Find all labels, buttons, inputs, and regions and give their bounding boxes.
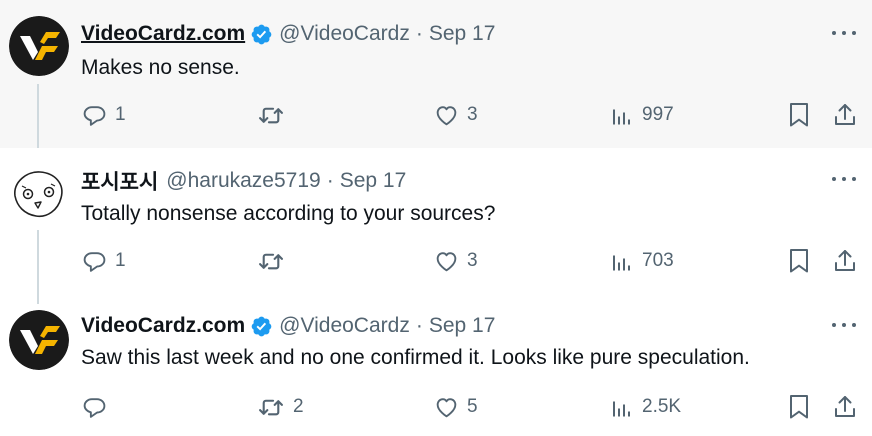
tweet-2[interactable]: 포시포시 @harukaze5719 · Sep 17 Totally nons… <box>0 148 872 304</box>
bookmark-icon <box>790 395 808 419</box>
views-icon <box>613 255 630 270</box>
like-button[interactable]: 5 <box>434 392 478 422</box>
more-icon[interactable] <box>832 169 856 189</box>
retweet-icon <box>259 107 283 123</box>
tweet-actions: 2 5 2.5K <box>0 392 872 422</box>
reply-button[interactable]: 1 <box>82 246 126 276</box>
bookmark-button[interactable] <box>788 246 810 276</box>
reply-count: 1 <box>115 250 126 271</box>
like-icon <box>436 251 457 271</box>
tweet-1[interactable]: VideoCardz.com @VideoCardz · Sep 17 Make… <box>0 0 872 148</box>
timestamp[interactable]: Sep 17 <box>429 314 496 338</box>
videocardz-logo-icon <box>9 310 69 370</box>
views-button[interactable]: 2.5K <box>612 392 681 422</box>
tweet-actions: 1 3 997 <box>0 100 872 130</box>
views-icon <box>613 109 630 124</box>
avatar-videocardz[interactable] <box>9 16 69 76</box>
tweet-text: Makes no sense. <box>81 56 240 79</box>
cartoon-face-icon <box>10 165 68 223</box>
separator-dot: · <box>326 169 334 192</box>
handle[interactable]: @VideoCardz <box>279 314 410 338</box>
reply-icon <box>83 397 106 418</box>
tweet-thread: VideoCardz.com @VideoCardz · Sep 17 Make… <box>0 0 872 436</box>
view-count: 703 <box>642 250 674 271</box>
views-button[interactable]: 997 <box>612 100 674 130</box>
handle[interactable]: @harukaze5719 <box>166 169 320 193</box>
avatar-harukaze[interactable] <box>9 164 69 224</box>
reply-icon <box>83 105 106 126</box>
like-count: 3 <box>467 250 478 271</box>
reply-button[interactable]: 1 <box>82 100 126 130</box>
tweet-3[interactable]: VideoCardz.com @VideoCardz · Sep 17 Saw … <box>0 294 872 436</box>
tweet-actions: 1 3 703 <box>0 246 872 276</box>
like-icon <box>436 397 457 417</box>
share-icon <box>835 104 855 125</box>
like-icon <box>436 105 457 125</box>
tweet-header: VideoCardz.com @VideoCardz · Sep 17 <box>81 313 495 339</box>
bookmark-button[interactable] <box>788 392 810 422</box>
retweet-button[interactable] <box>257 100 293 130</box>
timestamp[interactable]: Sep 17 <box>429 22 496 46</box>
tweet-text: Totally nonsense according to your sourc… <box>81 202 496 225</box>
more-icon[interactable] <box>832 23 856 43</box>
videocardz-logo-icon <box>9 16 69 76</box>
reply-icon <box>83 251 106 272</box>
retweet-count: 2 <box>293 396 304 417</box>
share-icon <box>835 250 855 271</box>
tweet-text: Saw this last week and no one confirmed … <box>81 346 750 369</box>
more-icon[interactable] <box>832 315 856 335</box>
retweet-icon <box>259 253 283 269</box>
avatar-videocardz[interactable] <box>9 310 69 370</box>
share-button[interactable] <box>833 100 857 130</box>
tweet-header: 포시포시 @harukaze5719 · Sep 17 <box>81 168 406 194</box>
verified-badge-icon[interactable] <box>250 315 273 338</box>
like-button[interactable]: 3 <box>434 100 478 130</box>
share-button[interactable] <box>833 392 857 422</box>
bookmark-button[interactable] <box>788 100 810 130</box>
views-icon <box>613 401 630 416</box>
view-count: 997 <box>642 104 674 125</box>
display-name[interactable]: 포시포시 <box>81 166 158 196</box>
verified-badge-icon[interactable] <box>250 23 273 46</box>
display-name[interactable]: VideoCardz.com <box>81 314 245 338</box>
like-count: 3 <box>467 104 478 125</box>
handle[interactable]: @VideoCardz <box>279 22 410 46</box>
separator-dot: · <box>415 22 423 45</box>
view-count: 2.5K <box>642 396 682 417</box>
views-button[interactable]: 703 <box>612 246 674 276</box>
retweet-button[interactable]: 2 <box>257 392 304 422</box>
retweet-icon <box>259 399 283 415</box>
like-count: 5 <box>467 396 478 417</box>
timestamp[interactable]: Sep 17 <box>340 169 407 193</box>
share-button[interactable] <box>833 246 857 276</box>
bookmark-icon <box>790 249 808 273</box>
like-button[interactable]: 3 <box>434 246 478 276</box>
share-icon <box>835 396 855 417</box>
bookmark-icon <box>790 103 808 127</box>
tweet-header: VideoCardz.com @VideoCardz · Sep 17 <box>81 21 495 47</box>
reply-count: 1 <box>115 104 126 125</box>
retweet-button[interactable] <box>257 246 293 276</box>
display-name[interactable]: VideoCardz.com <box>81 22 245 46</box>
reply-button[interactable] <box>82 392 115 422</box>
separator-dot: · <box>415 314 423 337</box>
